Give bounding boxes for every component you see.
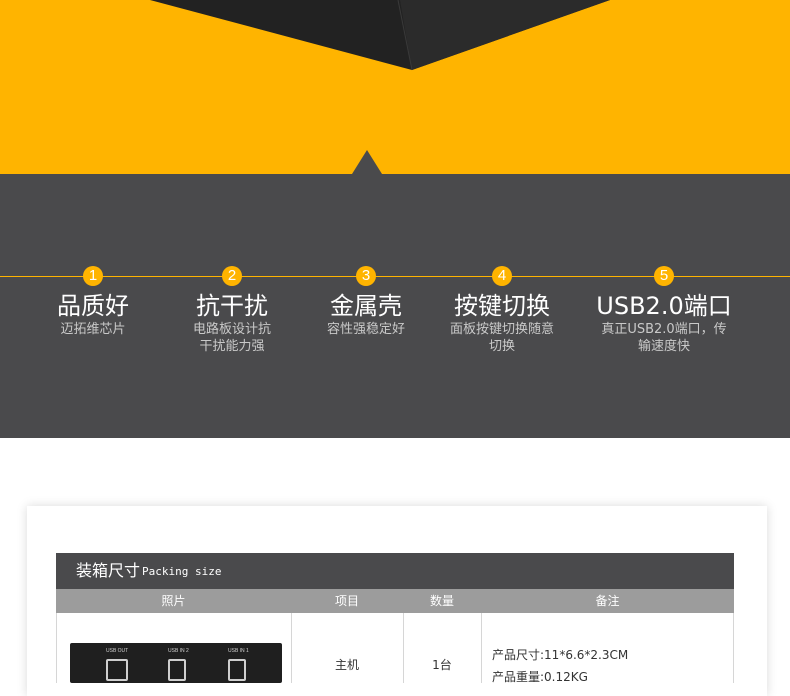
feature-number-badge: 3 <box>356 266 376 286</box>
packing-title-en: Packing size <box>142 565 222 578</box>
feature-title: 按键切换 <box>454 292 550 320</box>
feature-title: 品质好 <box>57 292 129 320</box>
feature-1: 1 品质好 迈拓维芯片 <box>18 266 168 338</box>
usb-port-icon <box>228 659 246 681</box>
feature-number-badge: 2 <box>222 266 242 286</box>
packing-title-zh: 装箱尺寸 <box>76 561 141 580</box>
usb-port-icon <box>106 659 128 681</box>
col-photo: 照片 <box>161 594 186 608</box>
feature-description: 容性强稳定好 <box>326 322 405 337</box>
cell-divider <box>481 613 482 683</box>
feature-2: 2 抗干扰 电路板设计抗干扰能力强 <box>164 266 300 355</box>
feature-description: 真正USB2.0端口，传输速度快 <box>601 322 727 354</box>
feature-number-badge: 5 <box>654 266 674 286</box>
port-label: USB IN 1 <box>228 648 249 654</box>
feature-title: 抗干扰 <box>196 292 268 320</box>
packing-table-title: 装箱尺寸 Packing size <box>56 553 734 589</box>
hero-banner <box>0 0 790 174</box>
col-note: 备注 <box>595 594 620 608</box>
col-item: 项目 <box>334 594 359 608</box>
feature-4: 4 按键切换 面板按键切换随意切换 <box>428 266 576 355</box>
feature-number-badge: 1 <box>83 266 103 286</box>
port-label: USB OUT <box>106 648 129 654</box>
cell-qty: 1台 <box>432 658 452 672</box>
feature-description: 面板按键切换随意切换 <box>449 322 554 354</box>
feature-description: 迈拓维芯片 <box>60 322 126 337</box>
cell-note-weight: 产品重量:0.12KG <box>492 670 588 684</box>
cell-note-size: 产品尺寸:11*6.6*2.3CM <box>492 648 629 662</box>
cell-item: 主机 <box>334 658 359 672</box>
section-notch <box>352 150 382 174</box>
feature-title: 金属壳 <box>330 292 402 320</box>
packing-table-header: 照片 项目 数量 备注 <box>56 589 734 613</box>
feature-number-badge: 4 <box>492 266 512 286</box>
col-qty: 数量 <box>429 594 454 608</box>
usb-port-icon <box>168 659 186 681</box>
feature-title: USB2.0端口 <box>596 292 732 320</box>
product-photo: USB OUT USB IN 2 USB IN 1 <box>70 643 282 683</box>
product-silhouette <box>150 0 610 71</box>
feature-description: 电路板设计抗干扰能力强 <box>192 322 271 354</box>
port-label: USB IN 2 <box>168 648 189 654</box>
feature-3: 3 金属壳 容性强稳定好 <box>291 266 441 338</box>
feature-5: 5 USB2.0端口 真正USB2.0端口，传输速度快 <box>580 266 748 355</box>
